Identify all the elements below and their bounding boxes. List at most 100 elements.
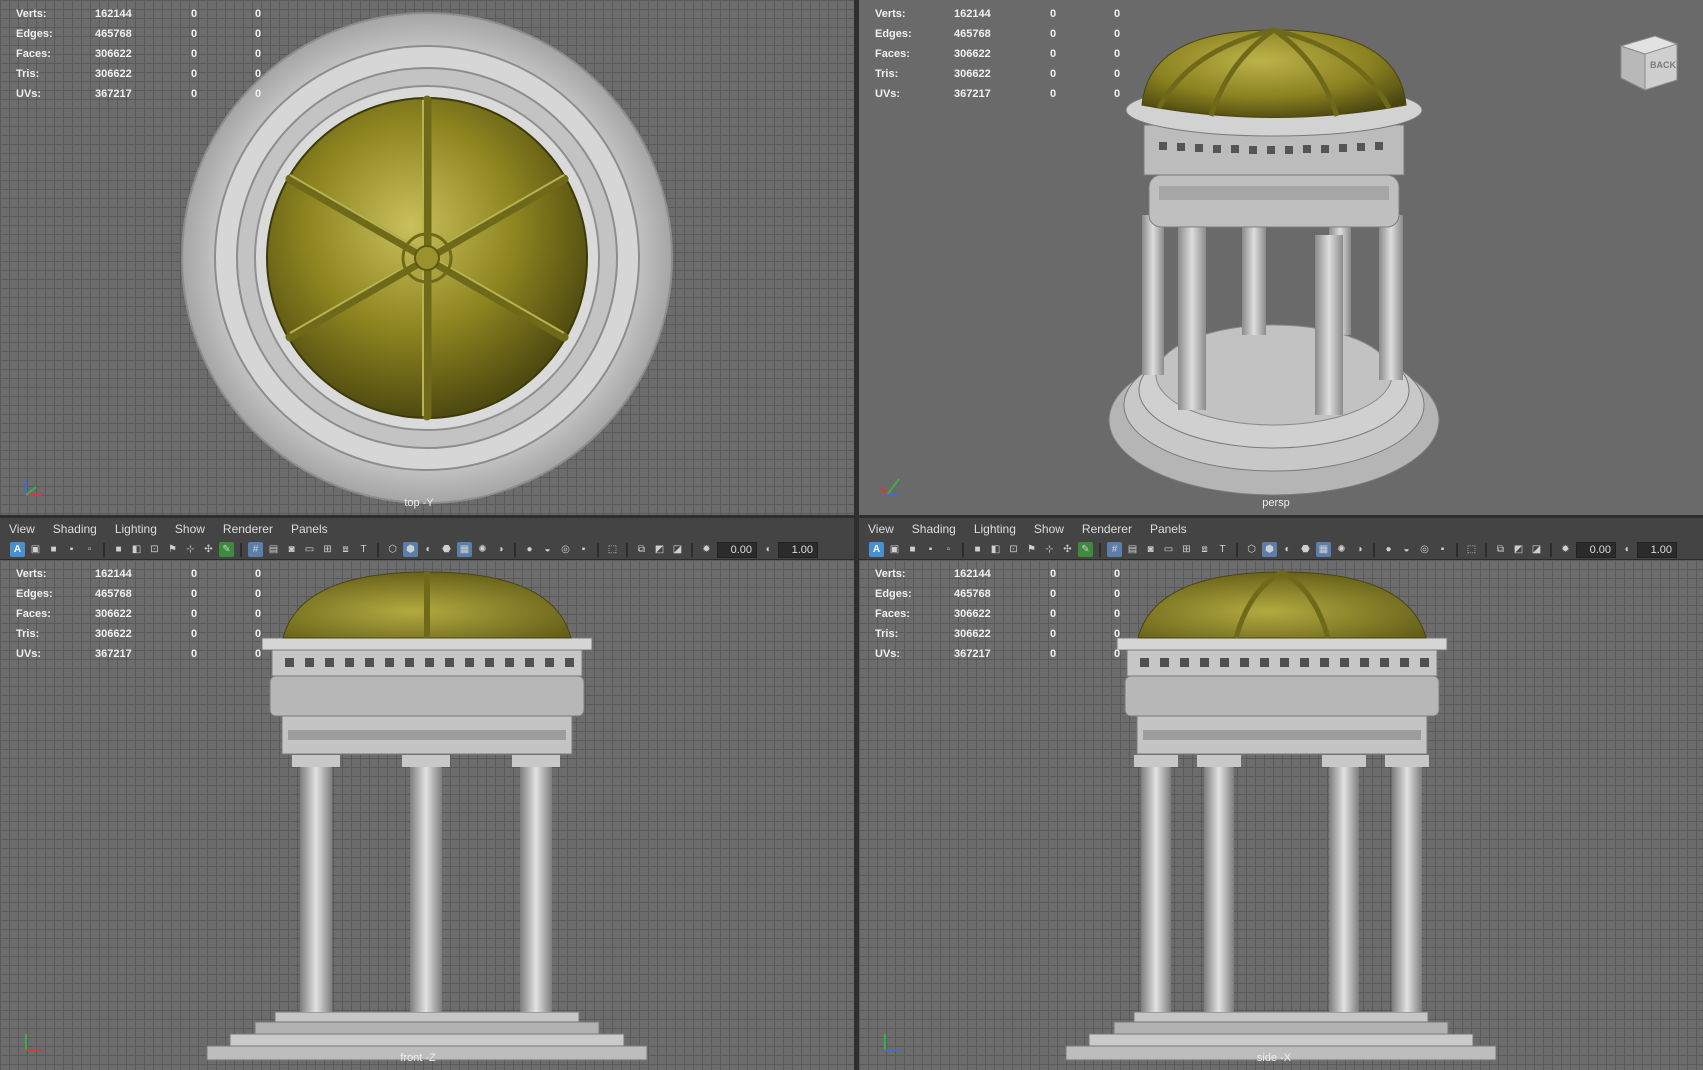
camera-icon[interactable]: ■ — [111, 542, 126, 557]
safe-action-icon[interactable]: ⧈ — [338, 542, 353, 557]
use-all-lights-icon[interactable]: ✺ — [475, 542, 490, 557]
shadows-icon[interactable]: ◑ — [493, 542, 508, 557]
menu-shading[interactable]: Shading — [912, 522, 956, 536]
lighting-icon[interactable]: ◐ — [1280, 542, 1295, 557]
menu-lighting[interactable]: Lighting — [974, 522, 1016, 536]
menu-renderer[interactable]: Renderer — [1082, 522, 1132, 536]
xray-active-icon[interactable]: ◪ — [1529, 542, 1544, 557]
smooth-shade-icon[interactable]: ⬢ — [1262, 542, 1277, 557]
wireframe-on-shaded-icon[interactable]: ⬣ — [1298, 542, 1313, 557]
viewport-side[interactable]: Verts: 162144 0 0 Edges: 465768 0 0 Faces: 3066… — [859, 560, 1703, 1070]
textured-icon[interactable]: ▦ — [1316, 542, 1331, 557]
exposure-icon[interactable]: ✹ — [699, 542, 714, 557]
grid-icon[interactable]: # — [248, 542, 263, 557]
shadows-icon[interactable]: ◑ — [1352, 542, 1367, 557]
depth-of-field-icon[interactable]: ▪ — [576, 542, 591, 557]
resolution-gate-icon[interactable]: ◙ — [1143, 542, 1158, 557]
pan-zoom-icon[interactable]: ⊹ — [1042, 542, 1057, 557]
gamma-icon[interactable]: ◖ — [760, 542, 775, 557]
film-gate-icon[interactable]: ⊡ — [147, 542, 162, 557]
anti-aliasing-icon[interactable]: ◎ — [1417, 542, 1432, 557]
viewport-front[interactable]: Verts: 162144 0 0 Edges: 465768 0 0 Faces: 3066… — [0, 560, 854, 1070]
grid-icon[interactable]: # — [1107, 542, 1122, 557]
lock-camera-icon[interactable]: ◧ — [988, 542, 1003, 557]
isolate-select-icon[interactable]: ⬚ — [1464, 542, 1479, 557]
gamma-icon[interactable]: ◖ — [1619, 542, 1634, 557]
bookmark-icon[interactable]: ■ — [46, 542, 61, 557]
menu-view[interactable]: View — [9, 522, 35, 536]
field-chart-icon[interactable]: ⊞ — [320, 542, 335, 557]
motion-blur-icon[interactable]: ◒ — [540, 542, 555, 557]
menu-view[interactable]: View — [868, 522, 894, 536]
isolate-select-icon[interactable]: ⬚ — [605, 542, 620, 557]
viewport-top[interactable]: Verts: 162144 0 0 Edges: 465768 0 0 Faces: 3066… — [0, 0, 854, 515]
grease-pencil-tool-icon[interactable]: ✎ — [219, 542, 234, 557]
xray-joints-icon[interactable]: ◩ — [1511, 542, 1526, 557]
xray-icon[interactable]: ⧉ — [1493, 542, 1508, 557]
grease-pencil-tool-icon[interactable]: ✎ — [1078, 542, 1093, 557]
two-d-pan-icon[interactable]: ✣ — [1060, 542, 1075, 557]
viewcube-icon[interactable]: BACK — [1615, 28, 1683, 96]
camera-label-front: front -Z — [400, 1052, 436, 1064]
exposure-field[interactable]: 0.00 — [717, 541, 757, 558]
menu-renderer[interactable]: Renderer — [223, 522, 273, 536]
safe-title-icon[interactable]: T — [356, 542, 371, 557]
use-all-lights-icon[interactable]: ✺ — [1334, 542, 1349, 557]
menu-show[interactable]: Show — [1034, 522, 1064, 536]
axis-gizmo-icon — [25, 1034, 42, 1051]
film-gate-toggle-icon[interactable]: ▤ — [266, 542, 281, 557]
bookmark-icon[interactable]: ■ — [905, 542, 920, 557]
image-plane-icon[interactable]: ▪ — [923, 542, 938, 557]
image-plane-icon[interactable]: ▪ — [64, 542, 79, 557]
xray-active-icon[interactable]: ◪ — [670, 542, 685, 557]
lock-camera-icon[interactable]: ◧ — [129, 542, 144, 557]
camera-icon[interactable]: ■ — [970, 542, 985, 557]
screen-space-ao-icon[interactable]: ● — [522, 542, 537, 557]
bookmark-flag-icon[interactable]: ⚑ — [1024, 542, 1039, 557]
resolution-gate-icon[interactable]: ◙ — [284, 542, 299, 557]
gate-mask-icon[interactable]: ▭ — [1161, 542, 1176, 557]
xray-joints-icon[interactable]: ◩ — [652, 542, 667, 557]
menu-panels[interactable]: Panels — [291, 522, 328, 536]
grease-pencil-icon[interactable]: ▫ — [82, 542, 97, 557]
gamma-field[interactable]: 1.00 — [778, 541, 818, 558]
bookmark-flag-icon[interactable]: ⚑ — [165, 542, 180, 557]
menu-show[interactable]: Show — [175, 522, 205, 536]
wireframe-icon[interactable]: ⬡ — [1244, 542, 1259, 557]
two-d-pan-icon[interactable]: ✣ — [201, 542, 216, 557]
anti-aliasing-icon[interactable]: ◎ — [558, 542, 573, 557]
safe-action-icon[interactable]: ⧈ — [1197, 542, 1212, 557]
depth-of-field-icon[interactable]: ▪ — [1435, 542, 1450, 557]
viewport-persp[interactable]: Verts: 162144 0 0 Edges: 465768 0 0 Faces: 3066… — [859, 0, 1703, 515]
pan-zoom-icon[interactable]: ⊹ — [183, 542, 198, 557]
field-chart-icon[interactable]: ⊞ — [1179, 542, 1194, 557]
select-camera-icon[interactable]: A — [10, 542, 25, 557]
wireframe-on-shaded-icon[interactable]: ⬣ — [439, 542, 454, 557]
motion-blur-icon[interactable]: ◒ — [1399, 542, 1414, 557]
viewcube-face-label: BACK — [1650, 60, 1676, 70]
textured-icon[interactable]: ▦ — [457, 542, 472, 557]
select-camera-icon[interactable]: A — [869, 542, 884, 557]
film-gate-toggle-icon[interactable]: ▤ — [1125, 542, 1140, 557]
film-gate-icon[interactable]: ⊡ — [1006, 542, 1021, 557]
safe-title-icon[interactable]: T — [1215, 542, 1230, 557]
gamma-field[interactable]: 1.00 — [1637, 541, 1677, 558]
screen-space-ao-icon[interactable]: ● — [1381, 542, 1396, 557]
exposure-field[interactable]: 0.00 — [1576, 541, 1616, 558]
camera-attributes-icon[interactable]: ▣ — [28, 542, 43, 557]
hud-row-edges: Edges: 465768 0 0 — [875, 588, 1121, 600]
camera-attributes-icon[interactable]: ▣ — [887, 542, 902, 557]
lighting-icon[interactable]: ◐ — [421, 542, 436, 557]
gate-mask-icon[interactable]: ▭ — [302, 542, 317, 557]
grease-pencil-icon[interactable]: ▫ — [941, 542, 956, 557]
smooth-shade-icon[interactable]: ⬢ — [403, 542, 418, 557]
hud-row-tris: Tris: 306622 0 0 — [16, 628, 262, 640]
menu-shading[interactable]: Shading — [53, 522, 97, 536]
menu-lighting[interactable]: Lighting — [115, 522, 157, 536]
wireframe-icon[interactable]: ⬡ — [385, 542, 400, 557]
xray-icon[interactable]: ⧉ — [634, 542, 649, 557]
hud-row-uvs: UVs: 367217 0 0 — [875, 648, 1121, 660]
exposure-icon[interactable]: ✹ — [1558, 542, 1573, 557]
menu-panels[interactable]: Panels — [1150, 522, 1187, 536]
hud-row-edges: Edges: 465768 0 0 — [16, 28, 262, 40]
